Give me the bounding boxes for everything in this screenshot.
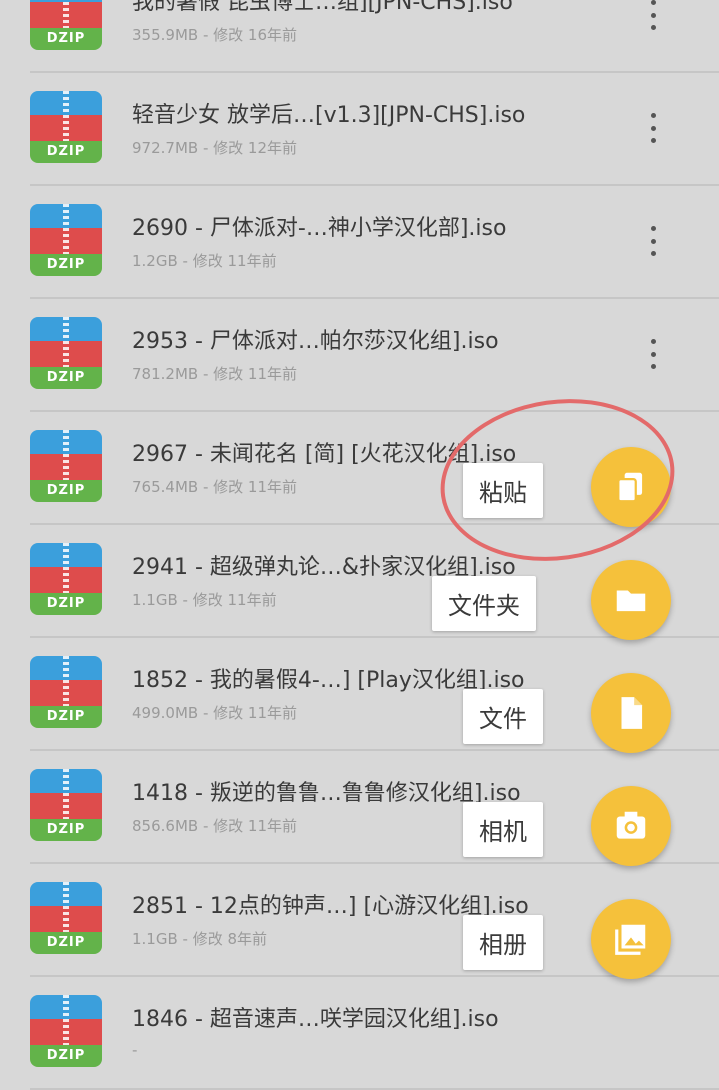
file-size: 1.2GB xyxy=(132,252,178,270)
file-size: 765.4MB xyxy=(132,478,199,496)
file-row[interactable]: DZIP 1846 - 超音速声…咲学园汉化组].iso - xyxy=(30,977,719,1090)
paste-fab-button[interactable] xyxy=(591,447,671,527)
gallery-icon xyxy=(612,920,650,958)
file-modified: 修改 12年前 xyxy=(213,139,297,157)
file-size: 355.9MB xyxy=(132,26,199,44)
folder-fab-button[interactable] xyxy=(591,560,671,640)
file-size: 856.6MB xyxy=(132,817,199,835)
file-meta: 1.1GB - 修改 8年前 xyxy=(132,928,267,949)
file-meta: 1.1GB - 修改 11年前 xyxy=(132,589,277,610)
meta-separator: - xyxy=(198,365,214,383)
file-meta: 355.9MB - 修改 16年前 xyxy=(132,24,297,45)
file-type-label: DZIP xyxy=(46,370,86,385)
meta-separator: - xyxy=(198,26,214,44)
file-name: 2953 - 尸体派对…帕尔莎汉化组].iso xyxy=(132,329,499,354)
file-modified: 修改 11年前 xyxy=(213,704,297,722)
file-type-label: DZIP xyxy=(46,822,86,837)
file-size: 781.2MB xyxy=(132,365,199,383)
zip-file-icon: DZIP xyxy=(30,656,102,728)
paste-icon xyxy=(612,468,650,506)
camera-icon xyxy=(612,807,650,845)
camera-menu-label[interactable]: 相机 xyxy=(463,802,543,857)
zip-file-icon: DZIP xyxy=(30,0,102,50)
file-row[interactable]: DZIP 2690 - 尸体派对-…神小学汉化部].iso 1.2GB - 修改… xyxy=(30,186,719,299)
folder-menu-label[interactable]: 文件夹 xyxy=(432,576,536,631)
file-name: 1846 - 超音速声…咲学园汉化组].iso xyxy=(132,1007,499,1032)
file-meta: 499.0MB - 修改 11年前 xyxy=(132,702,297,723)
camera-fab-button[interactable] xyxy=(591,786,671,866)
file-type-label: DZIP xyxy=(46,483,86,498)
more-options-button[interactable] xyxy=(641,0,665,30)
file-meta: 856.6MB - 修改 11年前 xyxy=(132,815,297,836)
meta-separator: - xyxy=(177,930,193,948)
gallery-menu-label[interactable]: 相册 xyxy=(463,915,543,970)
file-icon xyxy=(612,694,650,732)
file-type-label: DZIP xyxy=(46,257,86,272)
meta-separator: - xyxy=(132,1041,138,1059)
file-size: 499.0MB xyxy=(132,704,199,722)
zip-file-icon: DZIP xyxy=(30,543,102,615)
more-options-button[interactable] xyxy=(641,113,665,143)
file-name: 2967 - 未闻花名 [简] [火花汉化组].iso xyxy=(132,442,517,467)
meta-separator: - xyxy=(198,478,214,496)
meta-separator: - xyxy=(198,817,214,835)
gallery-fab-button[interactable] xyxy=(591,899,671,979)
zip-file-icon: DZIP xyxy=(30,882,102,954)
file-meta: 972.7MB - 修改 12年前 xyxy=(132,137,297,158)
more-options-button[interactable] xyxy=(641,226,665,256)
file-modified: 修改 11年前 xyxy=(213,478,297,496)
file-type-label: DZIP xyxy=(46,31,86,46)
zip-file-icon: DZIP xyxy=(30,204,102,276)
file-modified: 修改 16年前 xyxy=(213,26,297,44)
zip-file-icon: DZIP xyxy=(30,430,102,502)
file-type-label: DZIP xyxy=(46,709,86,724)
zip-file-icon: DZIP xyxy=(30,995,102,1067)
meta-separator: - xyxy=(198,704,214,722)
file-type-label: DZIP xyxy=(46,1048,86,1063)
file-modified: 修改 11年前 xyxy=(213,365,297,383)
file-meta: 765.4MB - 修改 11年前 xyxy=(132,476,297,497)
zip-file-icon: DZIP xyxy=(30,91,102,163)
meta-separator: - xyxy=(198,139,214,157)
file-size: 1.1GB xyxy=(132,930,178,948)
file-menu-label[interactable]: 文件 xyxy=(463,689,543,744)
file-name: 2690 - 尸体派对-…神小学汉化部].iso xyxy=(132,216,507,241)
file-modified: 修改 11年前 xyxy=(213,817,297,835)
zip-file-icon: DZIP xyxy=(30,317,102,389)
file-size: 972.7MB xyxy=(132,139,199,157)
file-meta: 781.2MB - 修改 11年前 xyxy=(132,363,297,384)
file-row[interactable]: DZIP 轻音少女 放学后…[v1.3][JPN-CHS].iso 972.7M… xyxy=(30,73,719,186)
file-fab-button[interactable] xyxy=(591,673,671,753)
file-meta: 1.2GB - 修改 11年前 xyxy=(132,250,277,271)
file-modified: 修改 11年前 xyxy=(192,591,277,609)
file-row[interactable]: DZIP 我的暑假 昆虫博士…组][JPN-CHS].iso 355.9MB -… xyxy=(30,0,719,73)
file-row[interactable]: DZIP 2953 - 尸体派对…帕尔莎汉化组].iso 781.2MB - 修… xyxy=(30,299,719,412)
file-type-label: DZIP xyxy=(46,596,86,611)
file-meta: - xyxy=(132,1041,137,1059)
zip-file-icon: DZIP xyxy=(30,769,102,841)
file-type-label: DZIP xyxy=(46,144,86,159)
paste-menu-label[interactable]: 粘贴 xyxy=(463,463,543,518)
file-modified: 修改 11年前 xyxy=(192,252,277,270)
meta-separator: - xyxy=(177,252,193,270)
file-name: 我的暑假 昆虫博士…组][JPN-CHS].iso xyxy=(132,0,513,15)
file-size: 1.1GB xyxy=(132,591,178,609)
file-name: 轻音少女 放学后…[v1.3][JPN-CHS].iso xyxy=(132,103,526,128)
folder-icon xyxy=(612,581,650,619)
more-options-button[interactable] xyxy=(641,339,665,369)
meta-separator: - xyxy=(177,591,193,609)
file-type-label: DZIP xyxy=(46,935,86,950)
file-modified: 修改 8年前 xyxy=(192,930,268,948)
